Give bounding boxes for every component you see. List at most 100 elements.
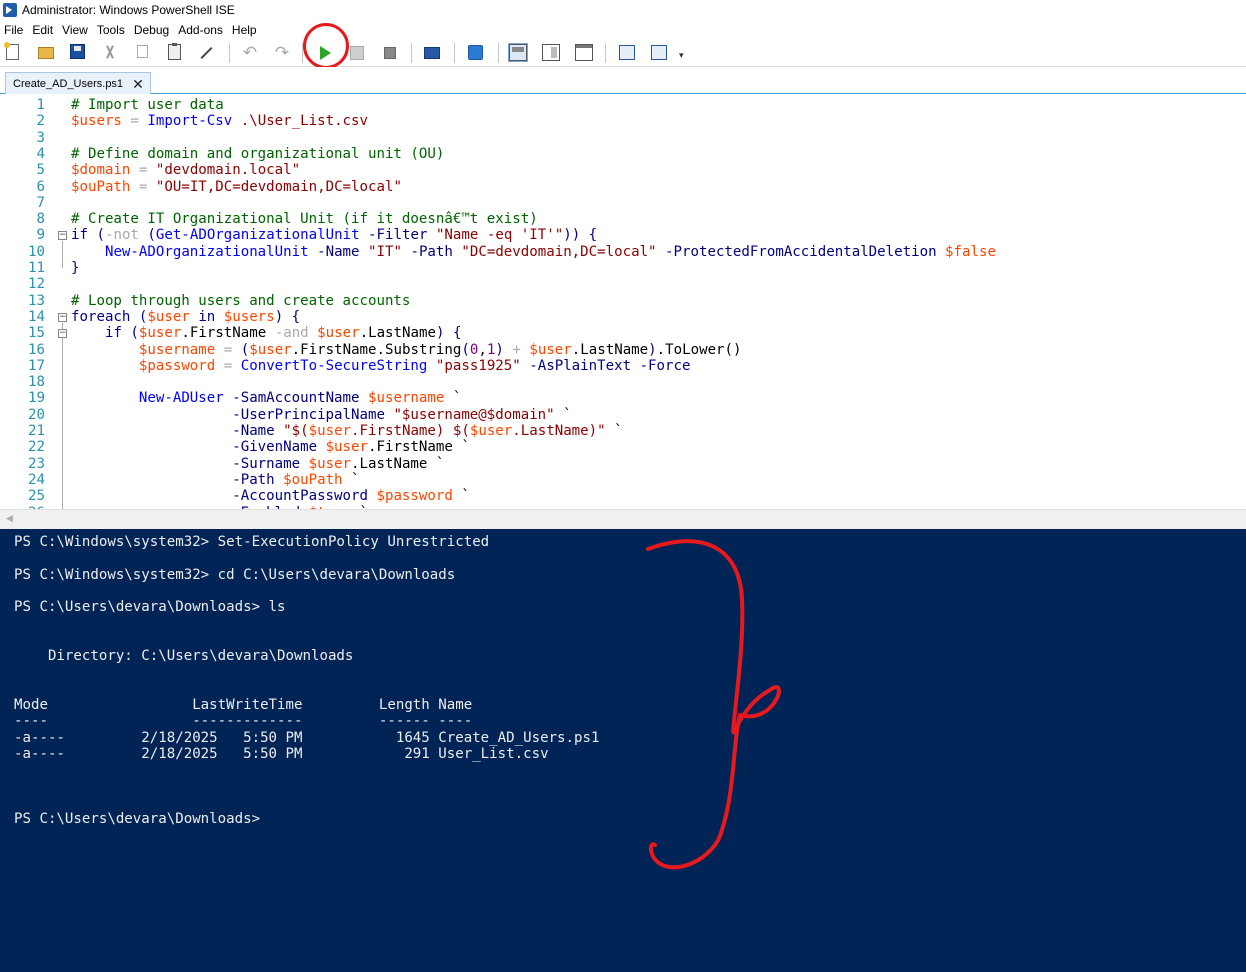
code-line[interactable]: 18 [0,374,1246,390]
code-line[interactable]: 15 if ($user.FirstName -and $user.LastNa… [0,325,1246,341]
code-token: -AccountPassword [232,488,368,505]
line-number: 22 [28,439,45,456]
code-line[interactable]: 7 [0,195,1246,211]
console-pane[interactable]: PS C:\Windows\system32> Set-ExecutionPol… [0,529,1246,972]
code-line[interactable]: 21 -Name "$($user.FirstName) $($user.Las… [0,423,1246,439]
collapse-icon[interactable]: − [58,329,67,339]
clear-console-icon[interactable] [198,44,214,60]
code-token: Get-ADOrganizationalUnit [155,227,360,244]
start-powershell-icon[interactable] [468,45,483,60]
code-line[interactable]: 10 New-ADOrganizationalUnit -Name "IT" -… [0,244,1246,260]
menu-add-ons[interactable]: Add-ons [174,23,228,37]
code-text: New-ADOrganizationalUnit -Name "IT" -Pat… [71,244,996,260]
close-icon[interactable]: ✕ [132,77,144,91]
code-line[interactable]: 23 -Surname $user.LastName ` [0,456,1246,472]
code-line[interactable]: 19 New-ADUser -SamAccountName $username … [0,390,1246,406]
fold-guide [62,339,63,509]
code-token: ) [495,341,504,358]
menu-edit[interactable]: Edit [28,23,58,37]
code-token: # Define domain and organizational unit … [71,145,445,162]
annotation-circle [303,23,349,69]
pane-splitter[interactable]: ◀ [0,509,1246,529]
code-line[interactable]: 6 $ouPath = "OU=IT,DC=devdomain,DC=local" [0,179,1246,195]
code-text: -Path $ouPath ` [71,471,359,488]
stop-icon[interactable] [384,47,396,59]
code-token: -GivenName [232,439,318,456]
script-pane-maximized-icon[interactable] [575,44,593,61]
code-token: $ouPath [71,178,131,195]
code-text: $ouPath = "OU=IT,DC=devdomain,DC=local" [71,179,402,195]
save-icon[interactable] [70,44,85,59]
code-token: .ToLower() [656,341,742,358]
show-commands-icon[interactable] [651,45,667,60]
code-line[interactable]: 11} [0,260,1246,276]
code-line[interactable]: 16 $username = ($user.FirstName.Substrin… [0,342,1246,358]
code-line[interactable]: 4 # Define domain and organizational unit… [0,146,1246,162]
code-line[interactable]: 3 [0,130,1246,146]
code-token: ( [461,341,470,358]
line-number: 2 [36,113,46,130]
line-number: 13 [28,292,45,309]
code-token: $user [147,308,190,325]
menu-file[interactable]: File [0,23,28,37]
scroll-left-icon[interactable]: ◀ [6,513,13,524]
run-selection-icon[interactable] [350,46,364,60]
code-line[interactable]: 2 $users = Import-Csv .\User_List.csv [0,113,1246,129]
undo-icon[interactable]: ↶ [241,44,259,62]
code-token: # Loop through users and create accounts [71,292,411,309]
code-token: + [503,341,530,358]
code-line[interactable]: 9 if (-not (Get-ADOrganizationalUnit -Fil… [0,227,1246,243]
new-script-icon[interactable] [4,42,19,60]
code-line[interactable]: 1 # Import user data [0,97,1246,113]
code-line[interactable]: 22 -GivenName $user.FirstName ` [0,439,1246,455]
code-line[interactable]: 12 [0,276,1246,292]
line-number: 4 [36,145,46,162]
code-token: ` [452,488,470,505]
menu-tools[interactable]: Tools [93,23,130,37]
script-pane-right-icon[interactable] [542,44,560,61]
code-token: -AsPlainText [520,357,632,374]
code-token: = [215,357,241,374]
menu-debug[interactable]: Debug [130,23,174,37]
collapse-icon[interactable]: − [58,231,67,241]
remote-powershell-icon[interactable] [424,47,440,59]
code-token: $user [300,455,352,472]
code-line[interactable]: 13 # Loop through users and create accoun… [0,293,1246,309]
menu-help[interactable]: Help [228,23,262,37]
script-editor[interactable]: 1 # Import user data 2 $users = Import-Csv … [0,95,1246,509]
code-line[interactable]: 14 foreach ($user in $users) { [0,309,1246,325]
code-line[interactable]: 5 $domain = "devdomain.local" [0,162,1246,178]
cut-icon[interactable] [101,44,119,62]
toolbar-separator [454,43,455,63]
code-line[interactable]: 20 -UserPrincipalName "$username@$domain… [0,407,1246,423]
line-number: 23 [28,455,45,472]
code-line[interactable]: 8 # Create IT Organizational Unit (if it … [0,211,1246,227]
line-number: 9 [36,227,46,244]
code-token: # Import user data [71,97,224,113]
redo-icon[interactable]: ↷ [273,44,291,62]
code-line[interactable]: 17 $password = ConvertTo-SecureString "p… [0,358,1246,374]
menu-view[interactable]: View [58,23,93,37]
code-token: if [71,227,88,244]
code-line[interactable]: 25 -AccountPassword $password ` [0,488,1246,504]
code-line[interactable]: 24 -Path $ouPath ` [0,472,1246,488]
show-script-pane-icon[interactable] [619,45,635,60]
console-line: -a---- 2/18/2025 5:50 PM 291 User_List.c… [14,745,549,762]
code-text: $password = ConvertTo-SecureString "pass… [71,357,691,374]
copy-icon[interactable] [137,45,148,58]
code-text: # Loop through users and create accounts [71,293,410,309]
tab-create-ad-users[interactable]: Create_AD_Users.ps1 ✕ [5,72,151,94]
code-token: New-ADUser [138,390,224,407]
code-token: $ouPath [274,471,343,488]
code-token: "IT" [359,243,402,260]
paste-icon[interactable] [168,43,181,60]
open-icon[interactable] [38,47,54,59]
toolbar-overflow-icon[interactable]: ▾ [679,51,687,60]
console-line: PS C:\Windows\system32> Set-ExecutionPol… [14,534,490,550]
script-pane-top-icon[interactable] [508,43,528,62]
collapse-icon[interactable]: − [58,312,67,322]
code-token: .FirstName.Substring [291,341,462,358]
code-token: "Name -eq 'IT'" [427,227,564,244]
